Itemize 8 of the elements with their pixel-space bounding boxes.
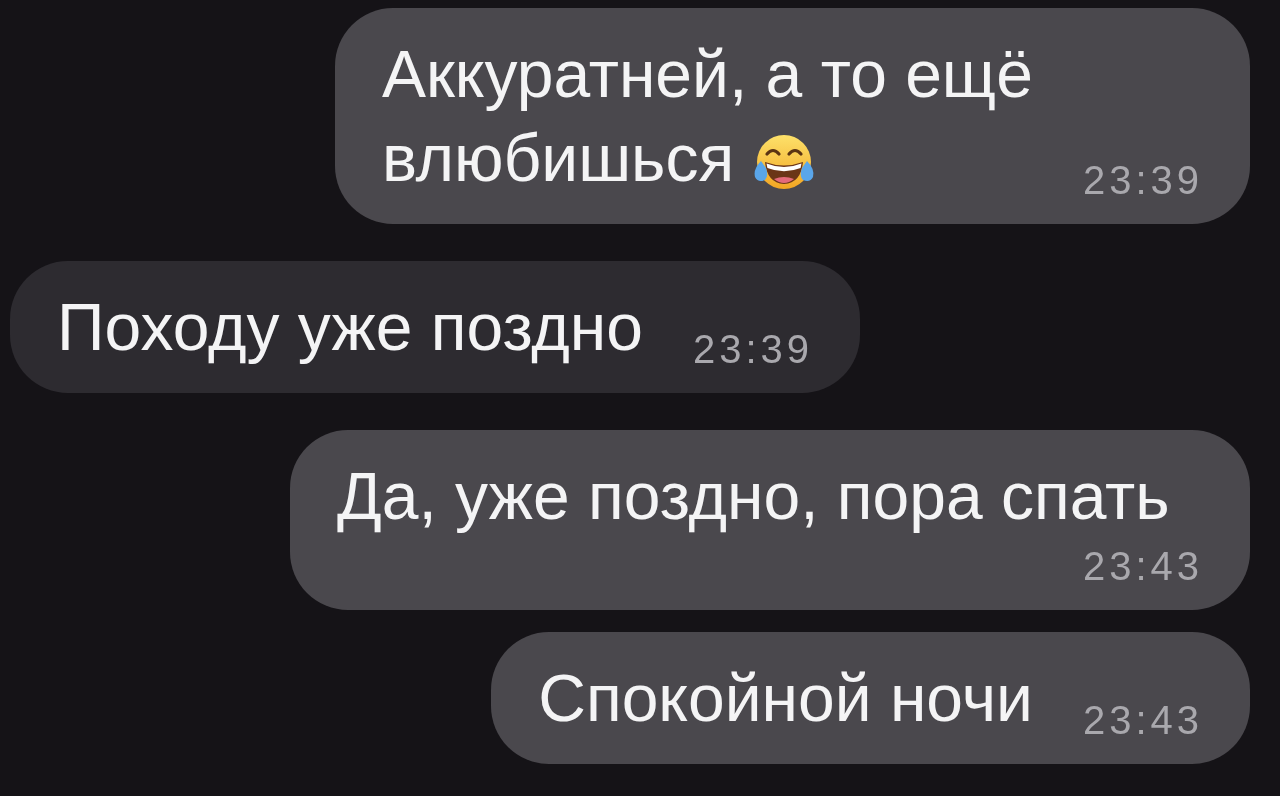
message-text: Спокойной ночи bbox=[538, 661, 1033, 735]
message-time: 23:39 bbox=[1082, 160, 1203, 200]
message-text: Аккуратней, а то ещё влюбишься bbox=[381, 37, 1033, 195]
message-time: 23:43 bbox=[1082, 546, 1203, 586]
message-text: Да, уже поздно, пора спать bbox=[337, 459, 1170, 533]
message-time: 23:43 bbox=[1082, 700, 1203, 740]
message-text: Походу уже поздно bbox=[57, 290, 643, 364]
message-time: 23:39 bbox=[692, 329, 813, 369]
